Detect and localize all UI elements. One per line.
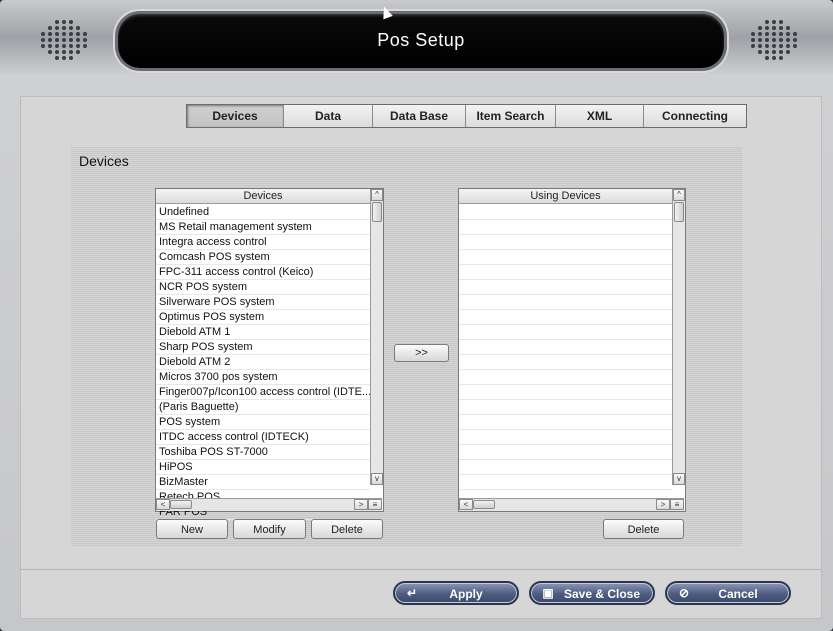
tab-item-search[interactable]: Item Search bbox=[466, 105, 556, 127]
scroll-thumb[interactable] bbox=[674, 202, 684, 222]
using-device-empty-row[interactable] bbox=[459, 235, 672, 250]
scroll-left-arrow-icon[interactable]: < bbox=[459, 499, 473, 510]
device-list-item[interactable]: FPC-311 access control (Keico) bbox=[156, 265, 370, 280]
device-list-item[interactable]: Comcash POS system bbox=[156, 250, 370, 265]
left-speaker-decoration bbox=[35, 18, 95, 62]
using-device-empty-row[interactable] bbox=[459, 265, 672, 280]
hscroll-thumb[interactable] bbox=[170, 500, 192, 509]
devices-list-items: Undefined MS Retail management system Inte… bbox=[156, 205, 370, 520]
device-list-item[interactable]: Optimus POS system bbox=[156, 310, 370, 325]
device-list-item[interactable]: Diebold ATM 1 bbox=[156, 325, 370, 340]
using-device-empty-row[interactable] bbox=[459, 415, 672, 430]
using-device-empty-row[interactable] bbox=[459, 310, 672, 325]
title-bar: Pos Setup bbox=[118, 14, 724, 68]
using-horizontal-scrollbar[interactable]: < > ≡ bbox=[459, 498, 684, 511]
device-list-item[interactable]: Sharp POS system bbox=[156, 340, 370, 355]
app-frame: Pos Setup Devices Data Data Base Item Se… bbox=[0, 0, 833, 631]
cancel-button[interactable]: ⊘ Cancel bbox=[665, 581, 791, 605]
devices-horizontal-scrollbar[interactable]: < > ≡ bbox=[156, 498, 382, 511]
device-list-item[interactable]: Finger007p/Icon100 access control (IDTE.… bbox=[156, 385, 370, 400]
tab-connecting[interactable]: Connecting bbox=[644, 105, 746, 127]
using-devices-list-header: Using Devices bbox=[459, 189, 672, 204]
tab-data[interactable]: Data bbox=[284, 105, 373, 127]
using-device-empty-row[interactable] bbox=[459, 460, 672, 475]
right-speaker-decoration bbox=[745, 18, 805, 62]
using-device-empty-row[interactable] bbox=[459, 355, 672, 370]
using-device-empty-row[interactable] bbox=[459, 445, 672, 460]
using-device-empty-row[interactable] bbox=[459, 295, 672, 310]
device-list-item[interactable]: Silverware POS system bbox=[156, 295, 370, 310]
save-close-button[interactable]: ▣ Save & Close bbox=[529, 581, 655, 605]
using-device-empty-row[interactable] bbox=[459, 400, 672, 415]
tab-data-base[interactable]: Data Base bbox=[373, 105, 466, 127]
using-device-empty-row[interactable] bbox=[459, 385, 672, 400]
tab-bar: Devices Data Data Base Item Search XML C… bbox=[186, 104, 747, 128]
delete-device-button[interactable]: Delete bbox=[311, 519, 383, 539]
using-vertical-scrollbar[interactable]: ^ v bbox=[672, 189, 685, 485]
using-device-empty-row[interactable] bbox=[459, 325, 672, 340]
device-list-item[interactable]: Undefined bbox=[156, 205, 370, 220]
using-device-empty-row[interactable] bbox=[459, 220, 672, 235]
apply-label: Apply bbox=[449, 587, 483, 601]
scroll-thumb[interactable] bbox=[372, 202, 382, 222]
using-device-empty-row[interactable] bbox=[459, 280, 672, 295]
tab-devices[interactable]: Devices bbox=[187, 105, 284, 127]
device-list-item[interactable]: ITDC access control (IDTECK) bbox=[156, 430, 370, 445]
using-device-empty-row[interactable] bbox=[459, 370, 672, 385]
devices-list-header: Devices bbox=[156, 189, 370, 204]
apply-button[interactable]: ↵ Apply bbox=[393, 581, 519, 605]
device-list-item[interactable]: BizMaster bbox=[156, 475, 370, 490]
hscroll-thumb[interactable] bbox=[473, 500, 495, 509]
resize-grip-icon: ≡ bbox=[670, 499, 684, 510]
scroll-up-arrow-icon[interactable]: ^ bbox=[673, 189, 685, 201]
cancel-label: Cancel bbox=[718, 587, 758, 601]
delete-using-device-button[interactable]: Delete bbox=[603, 519, 684, 539]
using-device-empty-row[interactable] bbox=[459, 340, 672, 355]
resize-grip-icon: ≡ bbox=[368, 499, 382, 510]
device-list-item[interactable]: Micros 3700 pos system bbox=[156, 370, 370, 385]
scroll-up-arrow-icon[interactable]: ^ bbox=[371, 189, 383, 201]
device-list-item[interactable]: Integra access control bbox=[156, 235, 370, 250]
using-device-empty-row[interactable] bbox=[459, 430, 672, 445]
save-close-label: Save & Close bbox=[563, 587, 641, 601]
new-device-button[interactable]: New bbox=[156, 519, 228, 539]
scroll-right-arrow-icon[interactable]: > bbox=[354, 499, 368, 510]
section-title: Devices bbox=[79, 153, 129, 169]
modify-device-button[interactable]: Modify bbox=[233, 519, 306, 539]
device-list-item[interactable]: HiPOS bbox=[156, 460, 370, 475]
using-devices-listbox[interactable]: Using Devices ^ v < > ≡ bbox=[458, 188, 686, 512]
using-device-empty-row[interactable] bbox=[459, 205, 672, 220]
using-device-empty-row[interactable] bbox=[459, 475, 672, 490]
scroll-down-arrow-icon[interactable]: v bbox=[371, 473, 383, 485]
scroll-right-arrow-icon[interactable]: > bbox=[656, 499, 670, 510]
using-devices-list-items bbox=[459, 205, 672, 505]
tab-xml[interactable]: XML bbox=[556, 105, 644, 127]
scroll-down-arrow-icon[interactable]: v bbox=[673, 473, 685, 485]
device-list-item[interactable]: NCR POS system bbox=[156, 280, 370, 295]
device-list-item[interactable]: MS Retail management system bbox=[156, 220, 370, 235]
devices-listbox[interactable]: Devices Undefined MS Retail management sy… bbox=[155, 188, 384, 520]
footer-divider bbox=[20, 569, 821, 570]
window-title: Pos Setup bbox=[377, 30, 465, 50]
scroll-left-arrow-icon[interactable]: < bbox=[156, 499, 170, 510]
device-list-item[interactable]: Diebold ATM 2 bbox=[156, 355, 370, 370]
add-to-using-button[interactable]: >> bbox=[394, 344, 449, 362]
using-device-empty-row[interactable] bbox=[459, 250, 672, 265]
device-list-item[interactable]: Toshiba POS ST-7000 bbox=[156, 445, 370, 460]
device-list-item[interactable]: POS system bbox=[156, 415, 370, 430]
devices-vertical-scrollbar[interactable]: ^ v bbox=[370, 189, 383, 485]
device-list-item[interactable]: (Paris Baguette) bbox=[156, 400, 370, 415]
